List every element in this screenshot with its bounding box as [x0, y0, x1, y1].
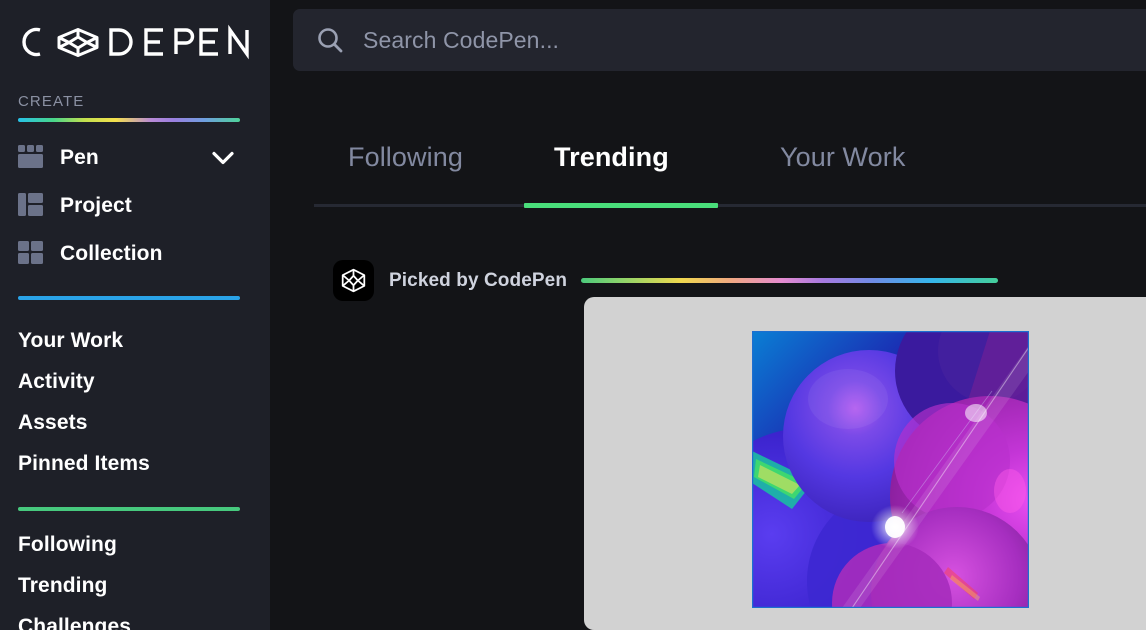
create-item-pen[interactable]: Pen: [18, 141, 240, 175]
divider-create-gradient: [18, 118, 240, 122]
tab-trending[interactable]: Trending: [554, 142, 669, 173]
abstract-spheres-render: [752, 331, 1029, 608]
sidebar-item-trending[interactable]: Trending: [18, 574, 107, 598]
tab-following[interactable]: Following: [348, 142, 463, 173]
pen-icon: [18, 145, 48, 171]
picked-by-codepen-title: Picked by CodePen: [389, 269, 568, 291]
create-item-project-label: Project: [60, 194, 132, 217]
sidebar-item-activity[interactable]: Activity: [18, 370, 95, 394]
picked-by-codepen-header: Picked by CodePen: [333, 260, 998, 301]
divider-community: [18, 507, 240, 511]
sidebar: CREATE Pen Project Collection Your Work …: [0, 0, 270, 630]
chevron-down-icon[interactable]: [212, 151, 234, 165]
project-icon: [18, 193, 48, 219]
codepen-app-window: CREATE Pen Project Collection Your Work …: [0, 0, 1146, 630]
search-input[interactable]: [363, 26, 1063, 54]
create-item-pen-label: Pen: [60, 146, 99, 169]
main-content: Following Trending Your Work Picked by C…: [270, 0, 1146, 630]
feed-tabs: Following Trending Your Work: [314, 142, 1146, 210]
sidebar-item-assets[interactable]: Assets: [18, 411, 87, 435]
create-item-project[interactable]: Project: [18, 189, 240, 223]
sidebar-item-challenges[interactable]: Challenges: [18, 615, 131, 630]
picked-gradient-rule: [581, 278, 998, 283]
tabs-rule: [314, 204, 1146, 207]
divider-work: [18, 296, 240, 300]
tab-active-underline: [524, 203, 718, 208]
sidebar-item-your-work[interactable]: Your Work: [18, 329, 123, 353]
codepen-badge: [333, 260, 374, 301]
tab-your-work[interactable]: Your Work: [780, 142, 905, 173]
sidebar-item-pinned-items[interactable]: Pinned Items: [18, 452, 150, 476]
search-icon: [318, 28, 343, 53]
collection-icon: [18, 241, 48, 267]
create-item-collection[interactable]: Collection: [18, 237, 240, 271]
codepen-logo-icon: [341, 268, 366, 293]
codepen-wordmark-icon: [22, 24, 249, 60]
create-heading: CREATE: [18, 93, 85, 110]
codepen-logo[interactable]: [0, 0, 270, 62]
featured-pen-card[interactable]: [584, 297, 1146, 630]
search-bar[interactable]: [293, 9, 1146, 71]
sidebar-item-following[interactable]: Following: [18, 533, 117, 557]
pen-preview-art: [752, 331, 1029, 608]
create-item-collection-label: Collection: [60, 242, 163, 265]
